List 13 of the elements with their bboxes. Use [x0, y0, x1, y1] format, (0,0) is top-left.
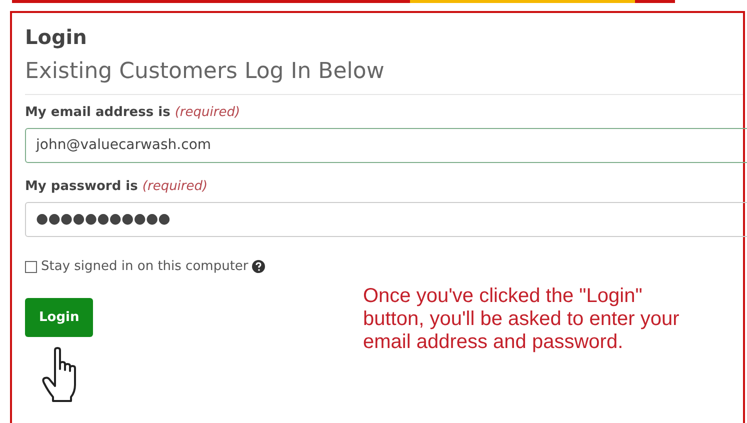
panel-title: Login — [24, 24, 88, 49]
required-note: (required) — [174, 105, 240, 120]
checkbox[interactable] — [25, 260, 37, 272]
password-field[interactable]: ●●●●●●●●●●● — [25, 202, 747, 237]
help-icon[interactable] — [252, 260, 266, 273]
email-field[interactable]: john@valuecarwash.com — [25, 128, 747, 163]
required-note: (required) — [142, 179, 208, 194]
field-label: My email address is (required) — [25, 105, 240, 120]
section-heading: Existing Customers Log In Below — [25, 59, 743, 95]
field-label: My password is (required) — [25, 179, 208, 194]
checkbox-label: Stay signed in on this computer — [41, 259, 248, 274]
callout-text: Once you've clicked the "Login" button, you'll be asked to enter your email address and password. — [363, 285, 680, 354]
login-button[interactable]: Login — [25, 298, 94, 337]
